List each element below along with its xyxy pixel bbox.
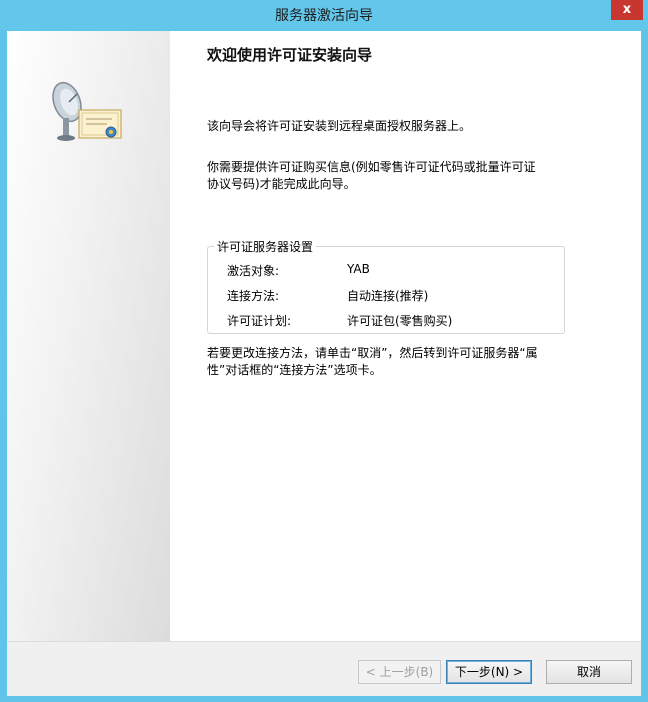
setting-label: 许可证计划: [227, 314, 292, 328]
wizard-footer: < 上一步(B) 下一步(N) > 取消 [7, 642, 641, 696]
wizard-side-panel [7, 31, 170, 641]
note-text-line-2: 性”对话框的“连接方法”选项卡。 [207, 363, 382, 377]
wizard-client-area: 欢迎使用许可证安装向导 该向导会将许可证安装到远程桌面授权服务器上。 你需要提供… [7, 31, 641, 696]
info-text: 你需要提供许可证购买信息(例如零售许可证代码或批量许可证 协议号码)才能完成此向… [207, 159, 542, 193]
title-bar[interactable]: 服务器激活向导 x [0, 0, 648, 30]
setting-label: 激活对象: [227, 264, 280, 278]
setting-label: 连接方法: [227, 289, 280, 303]
close-icon: x [622, 2, 632, 17]
group-title: 许可证服务器设置 [214, 238, 317, 255]
license-server-settings-group: 许可证服务器设置 激活对象: YAB 连接方法: 自动连接(推荐) 许可证计划:… [207, 238, 565, 334]
next-button[interactable]: 下一步(N) > [446, 660, 532, 684]
wizard-window: 服务器激活向导 x 欢迎使用许可证安装向导 该向导会将许可证安装到远程桌面授权服… [0, 0, 648, 702]
note-text: 若要更改连接方法，请单击“取消”，然后转到许可证服务器“属 性”对话框的“连接方… [207, 345, 552, 379]
setting-value: YAB [347, 262, 370, 276]
setting-row-license-program: 许可证计划: 许可证包(零售购买) [227, 312, 547, 330]
satellite-dish-certificate-icon [47, 76, 127, 146]
intro-text: 该向导会将许可证安装到远程桌面授权服务器上。 [207, 119, 472, 133]
page-heading: 欢迎使用许可证安装向导 [207, 46, 373, 64]
window-title: 服务器激活向导 [275, 8, 373, 24]
info-text-line-2: 协议号码)才能完成此向导。 [207, 177, 356, 191]
note-text-line-1: 若要更改连接方法，请单击“取消”，然后转到许可证服务器“属 [207, 346, 538, 360]
info-text-line-1: 你需要提供许可证购买信息(例如零售许可证代码或批量许可证 [207, 160, 536, 174]
back-button[interactable]: < 上一步(B) [358, 660, 441, 684]
setting-value: 自动连接(推荐) [347, 289, 429, 303]
setting-value: 许可证包(零售购买) [347, 314, 453, 328]
wizard-content: 欢迎使用许可证安装向导 该向导会将许可证安装到远程桌面授权服务器上。 你需要提供… [170, 31, 641, 641]
setting-row-activation-target: 激活对象: YAB [227, 262, 547, 280]
close-button[interactable]: x [611, 0, 643, 20]
cancel-button[interactable]: 取消 [546, 660, 632, 684]
setting-row-connection-method: 连接方法: 自动连接(推荐) [227, 287, 547, 305]
